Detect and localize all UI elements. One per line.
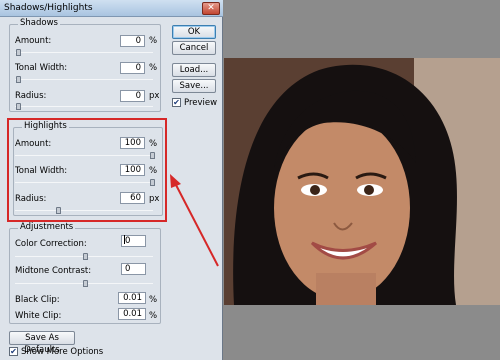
- shadows-radius-unit: px: [149, 91, 160, 101]
- highlights-radius-slider-thumb[interactable]: [56, 207, 61, 214]
- shadows-highlights-dialog: Shadows/Highlights ✕ Shadows Amount: 0 %…: [0, 0, 223, 360]
- midtone-contrast-input[interactable]: 0: [121, 263, 146, 275]
- highlights-tonal-width-label: Tonal Width:: [15, 166, 68, 176]
- white-clip-label: White Clip:: [15, 311, 62, 321]
- shadows-tonal-width-label: Tonal Width:: [15, 63, 68, 73]
- show-more-options-label: Show More Options: [21, 347, 104, 357]
- highlights-radius-input[interactable]: 60: [120, 192, 145, 204]
- shadows-tonal-width-slider-track[interactable]: [15, 79, 153, 80]
- black-clip-unit: %: [149, 295, 158, 305]
- highlights-amount-label: Amount:: [15, 139, 52, 149]
- color-correction-label: Color Correction:: [15, 239, 87, 249]
- ok-button[interactable]: OK: [172, 25, 216, 39]
- white-clip-input[interactable]: 0.01: [118, 308, 146, 320]
- shadows-amount-slider-thumb[interactable]: [16, 49, 21, 56]
- close-button[interactable]: ✕: [202, 2, 220, 15]
- highlights-tonal-width-slider-track[interactable]: [15, 182, 153, 183]
- shadows-tonal-width-input[interactable]: 0: [120, 62, 145, 74]
- portrait-illustration: [224, 58, 500, 313]
- show-more-options-checkbox[interactable]: ✔: [9, 347, 18, 356]
- color-correction-slider-thumb[interactable]: [83, 253, 88, 260]
- highlights-tonal-width-unit: %: [149, 166, 158, 176]
- highlights-amount-input[interactable]: 100: [120, 137, 145, 149]
- save-as-defaults-button[interactable]: Save As Defaults: [9, 331, 75, 355]
- highlights-radius-label: Radius:: [15, 194, 47, 204]
- load-button[interactable]: Load...: [172, 63, 216, 77]
- shadows-amount-slider-track[interactable]: [15, 52, 153, 53]
- highlights-amount-slider-track[interactable]: [15, 155, 153, 156]
- preview-photo: [224, 58, 500, 313]
- shadows-tonal-width-slider-thumb[interactable]: [16, 76, 21, 83]
- highlights-tonal-width-slider-thumb[interactable]: [150, 179, 155, 186]
- highlights-amount-unit: %: [149, 139, 158, 149]
- shadows-radius-slider-thumb[interactable]: [16, 103, 21, 110]
- highlights-radius-unit: px: [149, 194, 160, 204]
- save-button[interactable]: Save...: [172, 79, 216, 93]
- cancel-button[interactable]: Cancel: [172, 41, 216, 55]
- black-clip-label: Black Clip:: [15, 295, 60, 305]
- preview-checkbox[interactable]: ✔: [172, 98, 181, 107]
- shadows-radius-label: Radius:: [15, 91, 47, 101]
- shadows-radius-slider-track[interactable]: [15, 106, 153, 107]
- highlights-radius-slider-track[interactable]: [15, 210, 153, 211]
- shadows-amount-label: Amount:: [15, 36, 52, 46]
- shadows-amount-unit: %: [149, 36, 158, 46]
- highlights-tonal-width-input[interactable]: 100: [120, 164, 145, 176]
- text-cursor: [124, 235, 125, 244]
- title-bar[interactable]: Shadows/Highlights ✕: [0, 0, 223, 17]
- midtone-contrast-label: Midtone Contrast:: [15, 266, 92, 276]
- shadows-amount-input[interactable]: 0: [120, 35, 145, 47]
- shadows-tonal-width-unit: %: [149, 63, 158, 73]
- preview-label: Preview: [184, 98, 218, 108]
- adjustments-legend: Adjustments: [18, 222, 76, 232]
- highlights-amount-slider-thumb[interactable]: [150, 152, 155, 159]
- midtone-contrast-slider-thumb[interactable]: [83, 280, 88, 287]
- shadows-radius-input[interactable]: 0: [120, 90, 145, 102]
- shadows-legend: Shadows: [18, 18, 60, 28]
- highlights-legend: Highlights: [22, 121, 69, 131]
- black-clip-input[interactable]: 0.01: [118, 292, 146, 304]
- white-clip-unit: %: [149, 311, 158, 321]
- dialog-title: Shadows/Highlights: [4, 3, 93, 13]
